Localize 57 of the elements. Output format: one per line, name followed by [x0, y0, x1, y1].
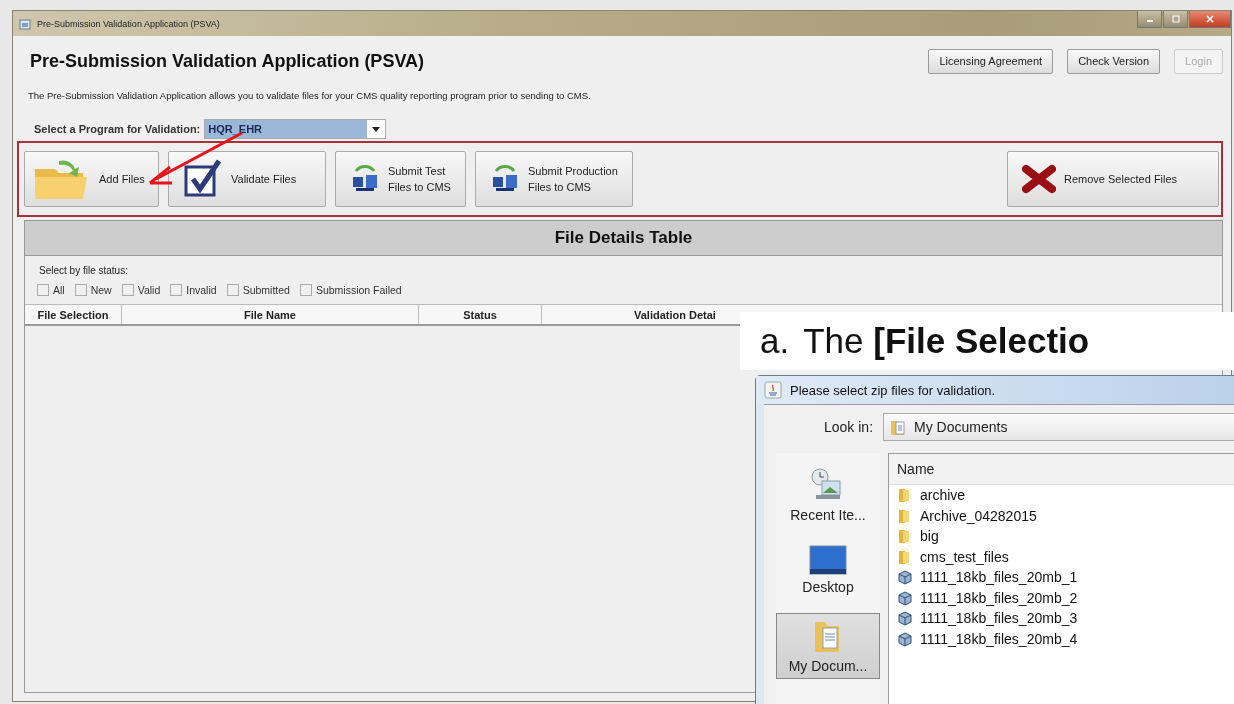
column-header[interactable]: File Name — [122, 305, 419, 324]
toolbar-button[interactable]: Submit Production Files to CMS — [474, 151, 633, 207]
file-item[interactable]: big — [889, 526, 1234, 547]
program-dropdown[interactable]: HQR_EHR — [204, 119, 387, 139]
caption-label: a. — [760, 321, 790, 361]
look-in-dropdown[interactable]: My Documents — [883, 413, 1234, 441]
table-title: File Details Table — [25, 221, 1222, 256]
status-checkbox[interactable]: Invalid — [170, 284, 217, 296]
status-checkbox[interactable]: New — [74, 284, 112, 296]
header-button[interactable]: Check Version — [1067, 48, 1161, 74]
file-item[interactable]: cms_test_files — [889, 546, 1234, 567]
column-header[interactable]: Status — [419, 305, 542, 324]
file-item[interactable]: 1111_18kb_files_20mb_2 — [889, 587, 1234, 608]
status-checkbox[interactable]: Submission Failed — [299, 284, 402, 296]
dialog-title: Please select zip files for validation. — [790, 382, 996, 398]
checkbox-icon — [183, 159, 223, 199]
column-header[interactable]: Name — [889, 454, 1234, 485]
maximize-button[interactable] — [1163, 11, 1188, 28]
cross-icon — [1022, 163, 1056, 195]
caption-text: The [File Selectio — [803, 321, 1090, 361]
status-checkbox[interactable]: Valid — [121, 284, 161, 296]
window-title: Pre-Submission Validation Application (PSVA) — [37, 18, 220, 29]
toolbar-button[interactable]: Submit Test Files to CMS — [335, 151, 466, 207]
place-item[interactable]: Desktop — [776, 541, 880, 599]
status-checkbox[interactable]: Submitted — [226, 284, 290, 296]
file-item[interactable]: archive — [889, 485, 1234, 506]
close-icon — [1205, 15, 1215, 23]
toolbar-button[interactable]: Remove Selected Files — [1007, 151, 1219, 207]
description-text: The Pre-Submission Validation Application allows you to validate files for your CMS quality reporting program prior to sending to CMS. — [28, 90, 592, 101]
place-item[interactable]: My Docum... — [776, 613, 880, 679]
computers-icon — [350, 165, 380, 193]
package-icon — [897, 589, 913, 606]
package-icon — [897, 610, 913, 627]
toolbar-button[interactable]: Add Files — [24, 151, 159, 207]
place-item[interactable]: Recent Ite... — [776, 463, 880, 527]
filter-label: Select by file status: — [39, 265, 129, 276]
toolbar-button[interactable]: Validate Files — [168, 151, 326, 207]
file-item[interactable]: 1111_18kb_files_20mb_3 — [889, 608, 1234, 629]
java-icon — [764, 381, 782, 399]
package-icon — [897, 630, 913, 647]
maximize-icon — [1170, 15, 1181, 23]
status-checkbox[interactable]: All — [37, 284, 65, 296]
file-item[interactable]: Archive_04282015 — [889, 505, 1234, 526]
caret-icon — [372, 126, 381, 132]
app-icon — [19, 17, 31, 30]
column-header[interactable]: File Selection — [25, 305, 122, 324]
package-icon — [897, 569, 913, 586]
desktop-icon — [809, 545, 847, 575]
file-item[interactable]: 1111_18kb_files_20mb_4 — [889, 628, 1234, 649]
file-item[interactable]: 1111_18kb_files_20mb_1 — [889, 567, 1234, 588]
app-heading: Pre-Submission Validation Application (PSVA) — [30, 50, 425, 72]
column-header[interactable]: Validation Detai — [542, 305, 732, 324]
minimize-button[interactable] — [1137, 11, 1162, 28]
look-in-label: Look in: — [824, 419, 874, 435]
close-button[interactable] — [1189, 11, 1231, 28]
header-button[interactable]: Licensing Agreement — [928, 48, 1054, 74]
program-label: Select a Program for Validation: — [34, 123, 201, 135]
